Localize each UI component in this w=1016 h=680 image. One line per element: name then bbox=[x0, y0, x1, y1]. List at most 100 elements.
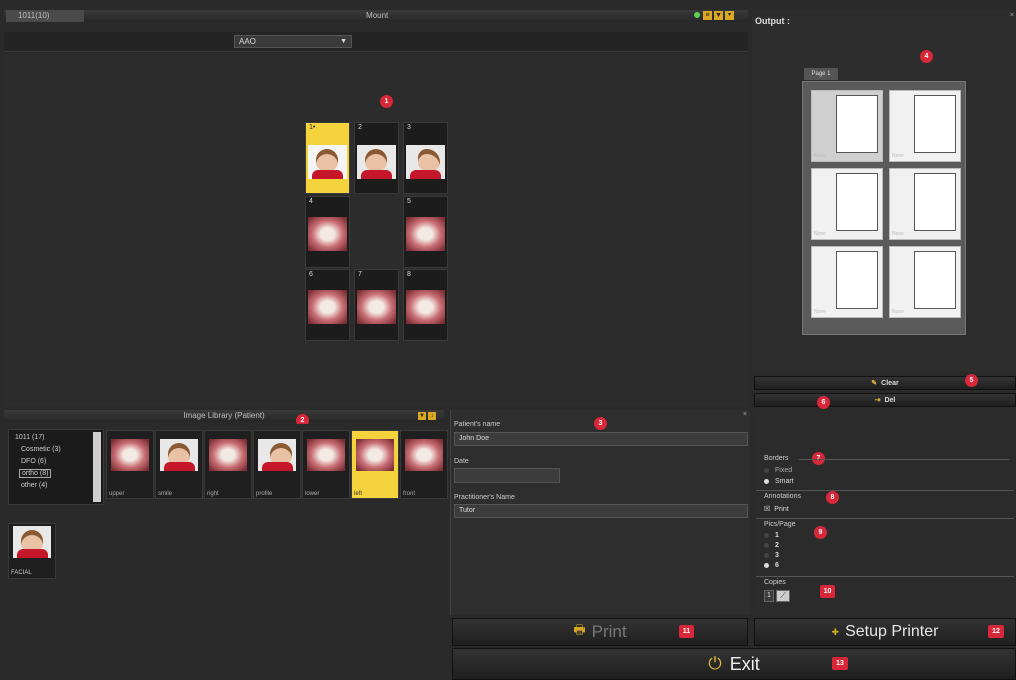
exit-button[interactable]: ⏻ Exit bbox=[452, 648, 1016, 680]
setup-printer-button[interactable]: ✚ Setup Printer bbox=[754, 618, 1016, 646]
library-tree: 1011 (17) Cosmetic (3) DFO (6) ortho (8)… bbox=[8, 429, 104, 505]
tree-item-ortho[interactable]: ortho (8) bbox=[19, 469, 52, 478]
practitioner-field[interactable]: Tutor bbox=[454, 504, 748, 518]
library-thumb-front[interactable]: front bbox=[400, 430, 448, 499]
delete-icon: ⇥ bbox=[874, 397, 881, 404]
callout-badge-5: 5 bbox=[965, 374, 978, 387]
library-thumb-lower[interactable]: lower bbox=[302, 430, 350, 499]
patient-name-field[interactable]: John Doe bbox=[454, 432, 748, 446]
page-cell-4[interactable]: None bbox=[889, 168, 961, 240]
divider bbox=[756, 518, 1014, 519]
copies-field[interactable]: 1 bbox=[764, 590, 774, 602]
print-button[interactable]: 🖶 Print bbox=[452, 618, 748, 646]
mount-slot-1[interactable]: 1• bbox=[305, 122, 350, 194]
slot-number: 2 bbox=[358, 124, 362, 131]
pencil-icon: ✎ bbox=[871, 380, 878, 387]
mount-slot-6[interactable]: 6 bbox=[305, 269, 350, 341]
mount-titlebar: 1011(10) Mount ≡ ▼ ▾ bbox=[4, 10, 748, 22]
pics-radio-3[interactable]: 3 bbox=[764, 552, 779, 559]
pics-radio-2[interactable]: 2 bbox=[764, 542, 779, 549]
template-toolbar: AAO ▼ bbox=[4, 32, 748, 52]
photo-thumbnail bbox=[406, 145, 445, 179]
mount-slot-4[interactable]: 4 bbox=[305, 196, 350, 268]
chevron-down-icon: ▼ bbox=[340, 38, 347, 45]
borders-smart-radio[interactable]: Smart bbox=[764, 478, 794, 485]
borders-fixed-radio[interactable]: Fixed bbox=[764, 467, 792, 474]
library-thumb-profile[interactable]: profile bbox=[253, 430, 301, 499]
pics-per-page-label: Pics/Page bbox=[764, 521, 796, 528]
mount-title: Mount bbox=[366, 11, 389, 20]
printer-icon: 🖶 bbox=[573, 622, 586, 637]
callout-badge-3: 3 bbox=[594, 417, 607, 430]
mount-slot-5[interactable]: 5 bbox=[403, 196, 448, 268]
photo-thumbnail bbox=[406, 217, 445, 251]
del-button[interactable]: ⇥ Del bbox=[754, 393, 1016, 407]
pics-radio-1[interactable]: 1 bbox=[764, 532, 779, 539]
mount-slot-3[interactable]: 3 bbox=[403, 122, 448, 194]
tree-scrollbar[interactable] bbox=[93, 432, 101, 502]
photo-thumbnail bbox=[357, 290, 396, 324]
tree-item-cosmetic[interactable]: Cosmetic (3) bbox=[21, 446, 61, 453]
output-title: Output : bbox=[755, 16, 790, 26]
annotations-label: Annotations bbox=[764, 493, 801, 500]
callout-badge-12: 12 bbox=[988, 625, 1004, 638]
tree-item-dfo[interactable]: DFO (6) bbox=[21, 458, 46, 465]
library-thumb-right[interactable]: right bbox=[204, 430, 252, 499]
callout-badge-6: 6 bbox=[817, 396, 830, 409]
collapse-icon[interactable]: ▾ bbox=[725, 11, 734, 20]
date-label: Date bbox=[454, 458, 469, 465]
library-thumb-facial[interactable]: FACIAL bbox=[8, 523, 56, 579]
slot-number: 1• bbox=[309, 124, 316, 131]
template-select[interactable]: AAO ▼ bbox=[234, 35, 352, 48]
callout-badge-10: 10 bbox=[820, 585, 835, 598]
slot-number: 7 bbox=[358, 271, 362, 278]
slot-number: 5 bbox=[407, 198, 411, 205]
date-field[interactable] bbox=[454, 468, 560, 483]
tab-page-1[interactable]: Page 1 bbox=[804, 68, 838, 80]
page-cell-1[interactable]: None bbox=[811, 90, 883, 162]
slot-number: 8 bbox=[407, 271, 411, 278]
slot-number: 6 bbox=[309, 271, 313, 278]
borders-label: Borders bbox=[764, 455, 789, 462]
library-thumb-smile[interactable]: smile bbox=[155, 430, 203, 499]
page-cell-3[interactable]: None bbox=[811, 168, 883, 240]
library-titlebar: Image Library (Patient) ▼ ↓ bbox=[4, 410, 444, 422]
pics-radio-6[interactable]: 6 bbox=[764, 562, 779, 569]
mount-slot-2[interactable]: 2 bbox=[354, 122, 399, 194]
library-title: Image Library (Patient) bbox=[183, 411, 265, 420]
photo-thumbnail bbox=[308, 217, 347, 251]
page-preview: None None None None None None bbox=[802, 81, 966, 335]
patient-panel: × 3 Patient's name John Doe Date Practit… bbox=[450, 410, 750, 615]
tree-item-other[interactable]: other (4) bbox=[21, 482, 47, 489]
page-cell-5[interactable]: None bbox=[811, 246, 883, 318]
mount-area: 1 1• 2 3 4 5 6 7 8 bbox=[4, 56, 748, 406]
library-sort-icon[interactable]: ↓ bbox=[428, 412, 436, 420]
copies-stepper-icon[interactable]: ⟋ bbox=[776, 590, 790, 602]
annotations-print-checkbox[interactable]: ☒ Print bbox=[764, 505, 789, 513]
filter-icon[interactable]: ▼ bbox=[714, 11, 723, 20]
page-cell-2[interactable]: None bbox=[889, 90, 961, 162]
slot-number: 4 bbox=[309, 198, 313, 205]
photo-thumbnail bbox=[308, 145, 347, 179]
photo-thumbnail bbox=[357, 145, 396, 179]
library-filter-icon[interactable]: ▼ bbox=[418, 412, 426, 420]
photo-thumbnail bbox=[308, 290, 347, 324]
callout-badge-9: 9 bbox=[814, 526, 827, 539]
settings-icon: ✚ bbox=[831, 626, 840, 637]
tree-item-root[interactable]: 1011 (17) bbox=[15, 434, 44, 441]
template-value: AAO bbox=[239, 37, 256, 46]
library-thumb-upper[interactable]: upper bbox=[106, 430, 154, 499]
callout-badge-1: 1 bbox=[380, 95, 393, 108]
mount-slot-8[interactable]: 8 bbox=[403, 269, 448, 341]
output-panel: Output : × 4 Page 1 None None None None … bbox=[752, 10, 1016, 372]
library-thumb-left[interactable]: left bbox=[351, 430, 399, 499]
callout-badge-4: 4 bbox=[920, 50, 933, 63]
close-icon[interactable]: × bbox=[1010, 12, 1014, 19]
list-icon[interactable]: ≡ bbox=[703, 11, 712, 20]
page-cell-6[interactable]: None bbox=[889, 246, 961, 318]
callout-badge-8: 8 bbox=[826, 491, 839, 504]
mount-slot-7[interactable]: 7 bbox=[354, 269, 399, 341]
divider bbox=[756, 490, 1014, 491]
close-icon[interactable]: × bbox=[743, 411, 747, 418]
print-options: Borders 7 Fixed Smart Annotations 8 ☒Pri… bbox=[754, 410, 1016, 615]
